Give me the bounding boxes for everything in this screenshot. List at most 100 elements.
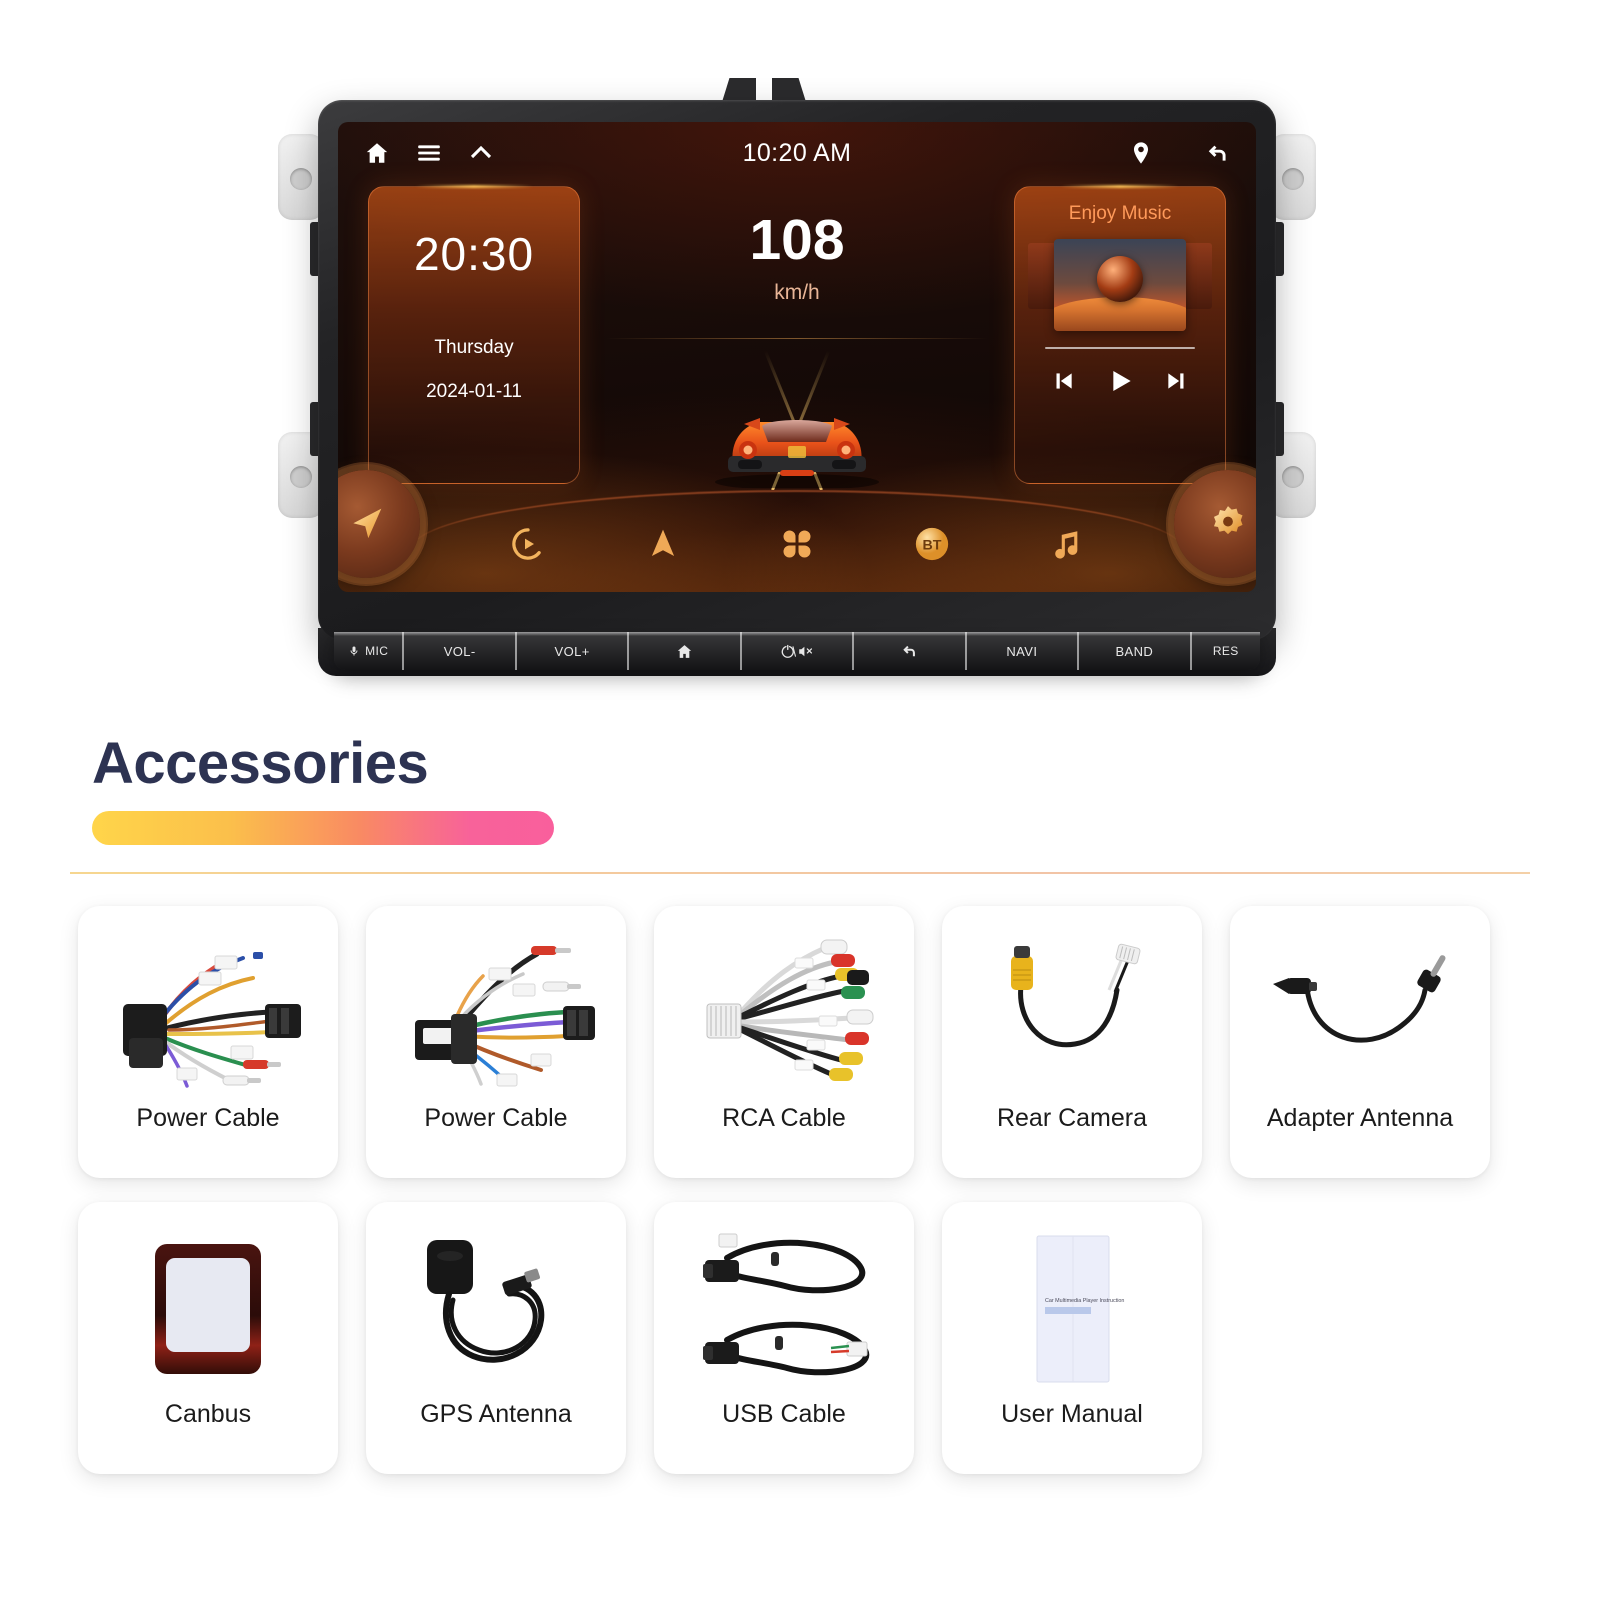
accessory-card[interactable]: Rear Camera xyxy=(942,906,1202,1178)
dock-item-music[interactable] xyxy=(1046,524,1086,564)
mounting-tab-right-top xyxy=(1270,134,1316,220)
section-divider xyxy=(70,872,1530,874)
dock-app-icons: BT xyxy=(508,524,1086,564)
carplay-icon xyxy=(512,528,541,560)
top-connector-tab-left xyxy=(722,78,756,102)
music-widget[interactable]: Enjoy Music xyxy=(1014,186,1226,484)
hard-key-mic[interactable]: MIC xyxy=(334,632,405,670)
power-mute-icon xyxy=(781,644,813,658)
dock-item-navigation[interactable] xyxy=(643,524,683,564)
home-icon xyxy=(677,644,692,658)
accessory-card[interactable]: Power Cable xyxy=(366,906,626,1178)
apps-grid-icon xyxy=(783,530,811,558)
status-bar: 10:20 AM xyxy=(338,122,1256,184)
accessories-row-1: Power Cable Power Cable RCA Cable Rear C… xyxy=(78,906,1522,1178)
music-progress-bar[interactable] xyxy=(1045,347,1195,349)
speed-value: 108 xyxy=(749,208,845,272)
settings-gear-icon xyxy=(1214,506,1243,535)
manual-cover-title: Car Multimedia Player Instruction xyxy=(1045,1298,1124,1304)
product-hero: 10:20 AM 20:30 Thursday 2024-01-11 108 k… xyxy=(0,0,1600,700)
accessory-card[interactable]: USB Cable xyxy=(654,1202,914,1474)
accessory-label: GPS Antenna xyxy=(420,1400,572,1428)
accessory-label: Power Cable xyxy=(424,1104,568,1132)
accessories-grid: Power Cable Power Cable RCA Cable Rear C… xyxy=(78,906,1522,1474)
page-title: Accessories xyxy=(92,731,429,796)
hard-key-home[interactable] xyxy=(629,632,742,670)
hard-key-label: MIC xyxy=(365,644,389,658)
svg-text:BT: BT xyxy=(922,538,941,554)
widget-row: 20:30 Thursday 2024-01-11 108 km/h Enjoy… xyxy=(338,184,1256,490)
accessory-label: USB Cable xyxy=(722,1400,846,1428)
hard-key-band[interactable]: BAND xyxy=(1079,632,1192,670)
road-graphic xyxy=(580,320,1014,490)
microphone-icon xyxy=(350,646,358,656)
hard-key-label: BAND xyxy=(1115,643,1154,659)
back-arrow-icon[interactable] xyxy=(1204,140,1230,166)
accessory-label: Adapter Antenna xyxy=(1266,1104,1454,1132)
menu-icon[interactable] xyxy=(416,140,442,166)
hard-key-label: RES xyxy=(1212,644,1239,658)
chevron-up-icon[interactable] xyxy=(468,140,494,166)
back-arrow-icon xyxy=(903,645,916,657)
clock-date: 2024-01-11 xyxy=(426,381,522,402)
accessory-label: Power Cable xyxy=(136,1104,280,1132)
home-icon[interactable] xyxy=(364,140,390,166)
hard-key-label: NAVI xyxy=(1006,643,1038,659)
dock-item-bluetooth[interactable]: BT xyxy=(912,524,952,564)
rear-camera-adapter-image xyxy=(956,924,1188,1102)
navigation-shortcut-button[interactable] xyxy=(338,470,420,578)
album-art[interactable] xyxy=(1028,225,1212,331)
usb-cables-image xyxy=(668,1220,900,1398)
accessories-header: Accessories xyxy=(92,730,554,845)
hard-key-power-mute[interactable] xyxy=(741,632,855,670)
gps-antenna-image xyxy=(380,1220,612,1398)
dock-item-all-apps[interactable] xyxy=(777,524,817,564)
settings-shortcut-button[interactable] xyxy=(1174,470,1256,578)
previous-track-icon[interactable] xyxy=(1050,368,1076,394)
hard-key-vol-up[interactable]: VOL+ xyxy=(516,632,630,670)
hard-key-label: VOL- xyxy=(443,643,476,659)
music-note-icon xyxy=(1055,531,1078,559)
user-manual-image: Car Multimedia Player Instruction xyxy=(956,1220,1188,1398)
navigation-arrow-icon xyxy=(353,508,382,539)
sports-car-icon xyxy=(715,418,879,488)
hard-key-back[interactable] xyxy=(854,632,967,670)
clock-time: 20:30 xyxy=(413,228,535,280)
car-stereo-unit: 10:20 AM 20:30 Thursday 2024-01-11 108 k… xyxy=(272,72,1322,676)
navigation-icon xyxy=(651,529,674,556)
title-underline-gradient xyxy=(92,811,554,845)
accessory-card[interactable]: Adapter Antenna xyxy=(1230,906,1490,1178)
accessory-label: Rear Camera xyxy=(996,1104,1148,1132)
accessory-label: Canbus xyxy=(164,1400,252,1428)
display-bezel: 10:20 AM 20:30 Thursday 2024-01-11 108 k… xyxy=(318,100,1276,640)
power-cable-harness-2-image xyxy=(380,924,612,1102)
play-icon[interactable] xyxy=(1104,365,1136,397)
hard-key-vol-down[interactable]: VOL- xyxy=(404,632,517,670)
adapter-antenna-image xyxy=(1244,924,1476,1102)
top-connector-tab-right xyxy=(772,78,806,102)
accessory-card[interactable]: Canbus xyxy=(78,1202,338,1474)
hard-key-reset[interactable]: RES xyxy=(1191,632,1260,670)
accessory-label: RCA Cable xyxy=(722,1104,846,1132)
bluetooth-icon: BT xyxy=(915,527,948,561)
accessory-label: User Manual xyxy=(1001,1400,1143,1428)
power-cable-harness-image xyxy=(92,924,324,1102)
dock-item-carplay[interactable] xyxy=(508,524,548,564)
hard-key-label: VOL+ xyxy=(554,643,590,659)
hardware-key-strip: MIC VOL- VOL+ NAVI BAND RES xyxy=(334,632,1260,670)
speed-unit: km/h xyxy=(774,281,820,304)
touchscreen[interactable]: 10:20 AM 20:30 Thursday 2024-01-11 108 k… xyxy=(338,122,1256,592)
accessory-card[interactable]: Power Cable xyxy=(78,906,338,1178)
accessory-card[interactable]: GPS Antenna xyxy=(366,1202,626,1474)
canbus-box-image xyxy=(92,1220,324,1398)
music-title: Enjoy Music xyxy=(1068,203,1172,224)
accessory-card[interactable]: Car Multimedia Player Instruction User M… xyxy=(942,1202,1202,1474)
accessories-row-2: Canbus GPS Antenna USB Cable Car Multime… xyxy=(78,1202,1522,1474)
location-pin-icon[interactable] xyxy=(1128,140,1154,166)
hard-key-navi[interactable]: NAVI xyxy=(966,632,1080,670)
next-track-icon[interactable] xyxy=(1164,368,1190,394)
clock-widget[interactable]: 20:30 Thursday 2024-01-11 xyxy=(368,186,580,484)
speed-widget: 108 km/h xyxy=(580,186,1014,490)
accessory-card[interactable]: RCA Cable xyxy=(654,906,914,1178)
app-dock: BT xyxy=(338,470,1256,592)
